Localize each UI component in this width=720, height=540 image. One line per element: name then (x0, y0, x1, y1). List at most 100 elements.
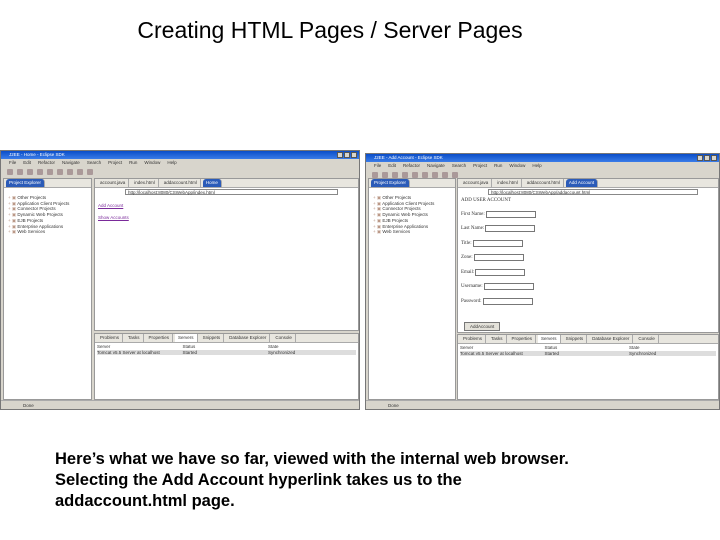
forward-icon[interactable] (452, 171, 458, 178)
tab-bottom[interactable]: Database Explorer (589, 335, 634, 343)
menu-item[interactable]: Window (144, 159, 160, 166)
new-icon[interactable] (7, 168, 13, 175)
tab-bottom[interactable]: Problems (460, 335, 487, 343)
tab-bottom[interactable]: Problems (97, 334, 124, 342)
menu-item[interactable]: Run (494, 162, 502, 169)
debug-icon[interactable] (422, 171, 428, 178)
tree-item[interactable]: Dynamic Web Projects (8, 212, 69, 218)
tab-bottom[interactable]: Tasks (488, 335, 507, 343)
search-icon[interactable] (67, 168, 73, 175)
status-bar: Done (366, 400, 719, 409)
print-icon[interactable] (27, 168, 33, 175)
menu-item[interactable]: Run (129, 159, 137, 166)
server-status: Started (182, 349, 197, 355)
project-explorer: Project Explorer Other ProjectsApplicati… (3, 178, 92, 400)
close-button[interactable] (351, 152, 357, 158)
menu-item[interactable]: Navigate (62, 159, 80, 166)
menu-item[interactable]: Help (532, 162, 541, 169)
tab-bottom[interactable]: Console (272, 334, 296, 342)
menu-item[interactable]: Search (452, 162, 466, 169)
toolbar (1, 166, 359, 177)
tab-bottom[interactable]: Tasks (125, 334, 144, 342)
maximize-button[interactable] (704, 155, 710, 161)
save-icon[interactable] (17, 168, 23, 175)
show-accounts-link[interactable]: Show Accounts (98, 215, 129, 220)
browser-editor: account.java index.html addaccount.html Hom… (94, 178, 359, 331)
tree-item[interactable]: Web Services (8, 229, 69, 235)
table-row[interactable]: Tomcat v5.5 Server at localhost Started Sy… (97, 349, 356, 355)
tab-editor[interactable]: account.java (97, 179, 130, 187)
tab-editor[interactable]: addaccount.html (524, 179, 564, 187)
menu-item[interactable]: Edit (388, 162, 396, 169)
tab-bottom[interactable]: Servers (538, 335, 561, 343)
menu-item[interactable]: Help (167, 159, 176, 166)
tab-bottom[interactable]: Snippets (200, 334, 225, 342)
menu-item[interactable]: Edit (23, 159, 31, 166)
window-title: J2EE - Add Account - Eclipse SDK (374, 155, 443, 160)
tab-bottom[interactable]: Snippets (563, 335, 588, 343)
tab-editor[interactable]: index.html (131, 179, 159, 187)
maximize-button[interactable] (344, 152, 350, 158)
zone-input[interactable] (473, 254, 524, 262)
field-label: Last Name: (461, 226, 485, 232)
last-name-input[interactable] (485, 225, 536, 233)
tab-bottom[interactable]: Console (635, 335, 659, 343)
print-icon[interactable] (392, 171, 398, 178)
tab-bottom[interactable]: Properties (146, 334, 174, 342)
menu-item[interactable]: Search (87, 159, 101, 166)
tab-editor[interactable]: account.java (460, 179, 493, 187)
tab-project-explorer[interactable]: Project Explorer (371, 179, 411, 187)
server-icon[interactable] (402, 171, 408, 178)
server-name: Tomcat v5.5 Server at localhost (460, 350, 523, 356)
window-title: J2EE - Home - Eclipse SDK (9, 152, 65, 157)
run-icon[interactable] (47, 168, 53, 175)
save-icon[interactable] (382, 171, 388, 178)
tree-item[interactable]: Web Services (373, 229, 434, 235)
field-label: Email: (461, 269, 475, 275)
menu-item[interactable]: Window (509, 162, 525, 169)
menu-item[interactable]: File (9, 159, 16, 166)
add-account-button[interactable]: AddAccount (464, 322, 501, 331)
debug-icon[interactable] (57, 168, 63, 175)
username-input[interactable] (483, 283, 534, 291)
new-icon[interactable] (372, 171, 378, 178)
close-button[interactable] (711, 155, 717, 161)
back-icon[interactable] (77, 168, 83, 175)
menu-item[interactable]: Project (108, 159, 122, 166)
search-icon[interactable] (432, 171, 438, 178)
minimize-button[interactable] (337, 152, 343, 158)
title-input[interactable] (472, 239, 523, 247)
field-label: Title: (461, 240, 472, 246)
tab-project-explorer[interactable]: Project Explorer (6, 179, 46, 187)
password-input[interactable] (482, 297, 533, 305)
server-status: Started (544, 350, 559, 356)
field-label: Password: (461, 298, 482, 304)
menu-bar: File Edit Refactor Navigate Search Project Run… (1, 159, 359, 166)
server-icon[interactable] (37, 168, 43, 175)
tab-bottom[interactable]: Properties (509, 335, 537, 343)
back-icon[interactable] (442, 171, 448, 178)
tab-bottom[interactable]: Database Explorer (226, 334, 271, 342)
first-name-input[interactable] (485, 210, 536, 218)
menu-item[interactable]: Refactor (38, 159, 55, 166)
tab-bottom[interactable]: Servers (175, 334, 198, 342)
menu-item[interactable]: Project (473, 162, 487, 169)
tab-editor[interactable]: addaccount.html (161, 179, 201, 187)
tree-item[interactable]: Dynamic Web Projects (373, 212, 434, 218)
menu-item[interactable]: Refactor (403, 162, 420, 169)
slide-title: Creating HTML Pages / Server Pages (137, 17, 523, 43)
tab-editor[interactable]: Add Account (565, 179, 599, 187)
url-input[interactable]: http://localhost:8080/CSWebApp/index.htm… (125, 189, 338, 195)
tab-editor[interactable]: index.html (494, 179, 522, 187)
menu-bar: File Edit Refactor Navigate Search Project Run… (366, 162, 719, 169)
url-input[interactable]: http://localhost:8080/CSWebApp/addaccoun… (488, 189, 698, 195)
forward-icon[interactable] (87, 168, 93, 175)
table-row[interactable]: Tomcat v5.5 Server at localhost Started Sy… (460, 350, 716, 356)
menu-item[interactable]: Navigate (427, 162, 445, 169)
minimize-button[interactable] (697, 155, 703, 161)
tab-editor[interactable]: Home (202, 179, 222, 187)
menu-item[interactable]: File (374, 162, 381, 169)
add-account-link[interactable]: Add Account (98, 203, 123, 208)
run-icon[interactable] (412, 171, 418, 178)
email-input[interactable] (475, 268, 526, 276)
